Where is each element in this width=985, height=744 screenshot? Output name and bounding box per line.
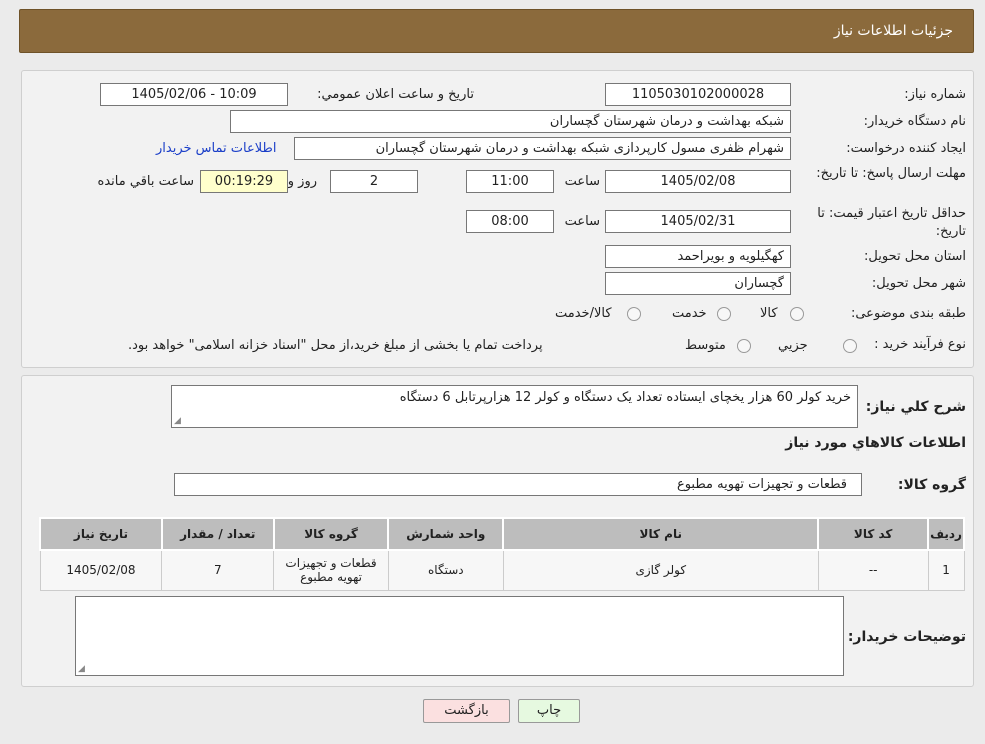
cell-unit: دستگاه (387, 549, 504, 591)
deadline-time-field: 11:00 (466, 170, 554, 193)
back-button[interactable]: بازگشت (423, 699, 510, 723)
city-label: شهر محل تحویل: (871, 276, 966, 291)
process-medium-radio[interactable] (737, 339, 751, 353)
col-row: ردیف (927, 517, 965, 551)
buyer-notes-field: ◢ (75, 596, 844, 676)
col-code: کد کالا (817, 517, 930, 551)
print-button[interactable]: چاپ (518, 699, 580, 723)
need-number-field: 1105030102000028 (605, 83, 791, 106)
col-name: نام کالا (502, 517, 820, 551)
page-title: جزئیات اطلاعات نیاز (833, 23, 953, 39)
announce-label: تاریخ و ساعت اعلان عمومي: (317, 87, 474, 102)
province-label: استان محل تحویل: (864, 249, 966, 264)
table-row: 1 -- کولر گازی دستگاه قطعات و تجهیزات ته… (39, 549, 965, 591)
deadline-date-field: 1405/02/08 (605, 170, 791, 193)
cell-code: -- (817, 549, 929, 591)
province-field: کهگیلویه و بویراحمد (605, 245, 791, 268)
goods-info-title: اطلاعات کالاهاي مورد نیاز (785, 435, 966, 451)
remaining-time-field: 00:19:29 (200, 170, 288, 193)
process-note: پرداخت تمام یا بخشی از مبلغ خرید،از محل … (128, 338, 543, 353)
validity-time-field: 08:00 (466, 210, 554, 233)
cell-row: 1 (927, 549, 965, 591)
process-minor-label: جزیي (778, 338, 808, 353)
buyer-org-field: شبکه بهداشت و درمان شهرستان گچساران (230, 110, 791, 133)
cell-name: کولر گازی (502, 549, 819, 591)
resize-grip-icon[interactable]: ◢ (174, 416, 181, 426)
goods-group-field: قطعات و تجهیزات تهویه مطبوع (174, 473, 862, 496)
buyer-contact-link[interactable]: اطلاعات تماس خریدار (156, 141, 276, 156)
category-service-label: خدمت (672, 306, 707, 321)
validity-label: حداقل تاریخ اعتبار قیمت: تا تاریخ: (817, 206, 966, 239)
category-label: طبقه بندی موضوعی: (850, 306, 966, 321)
process-minor-radio[interactable] (843, 339, 857, 353)
category-goods-radio[interactable] (790, 307, 804, 321)
col-date: تاریخ نیاز (39, 517, 163, 551)
goods-table: ردیف کد کالا نام کالا واحد شمارش گروه کا… (39, 517, 965, 591)
deadline-label: مهلت ارسال پاسخ: تا تاریخ: (816, 166, 966, 181)
process-medium-label: متوسط (685, 338, 726, 353)
category-goods-label: کالا (760, 306, 778, 321)
days-label: روز و (287, 174, 317, 189)
table-header-row: ردیف کد کالا نام کالا واحد شمارش گروه کا… (39, 517, 965, 551)
cell-group: قطعات و تجهیزات تهویه مطبوع (273, 549, 389, 591)
creator-label: ایجاد کننده درخواست: (846, 141, 966, 156)
resize-grip-icon[interactable]: ◢ (78, 664, 85, 674)
remaining-label: ساعت باقي مانده (97, 174, 194, 189)
goods-group-label: گروه کالا: (897, 477, 966, 493)
category-goods-service-radio[interactable] (627, 307, 641, 321)
remaining-days-field: 2 (330, 170, 418, 193)
city-field: گچساران (605, 272, 791, 295)
cell-qty: 7 (161, 549, 275, 591)
buyer-notes-label: توضیحات خریدار: (847, 629, 966, 645)
col-unit: واحد شمارش (387, 517, 505, 551)
summary-field: خرید کولر 60 هزار یخچای ایستاده تعداد یک… (171, 385, 858, 428)
category-service-radio[interactable] (717, 307, 731, 321)
validity-time-label: ساعت (564, 214, 600, 229)
deadline-time-label: ساعت (564, 174, 600, 189)
need-number-label: شماره نیاز: (904, 87, 966, 102)
summary-text: خرید کولر 60 هزار یخچای ایستاده تعداد یک… (399, 390, 851, 405)
validity-date-field: 1405/02/31 (605, 210, 791, 233)
page-header: جزئیات اطلاعات نیاز (19, 9, 974, 53)
process-label: نوع فرآیند خرید : (874, 337, 966, 352)
announce-datetime-field: 1405/02/06 - 10:09 (100, 83, 288, 106)
col-qty: تعداد / مقدار (160, 517, 275, 551)
cell-date: 1405/02/08 (39, 549, 163, 591)
creator-field: شهرام ظفری مسول کارپردازی شبکه بهداشت و … (294, 137, 791, 160)
category-goods-service-label: کالا/خدمت (555, 306, 612, 321)
buyer-org-label: نام دستگاه خریدار: (863, 114, 966, 129)
summary-label: شرح کلي نیاز: (865, 399, 966, 415)
col-group: گروه کالا (272, 517, 390, 551)
